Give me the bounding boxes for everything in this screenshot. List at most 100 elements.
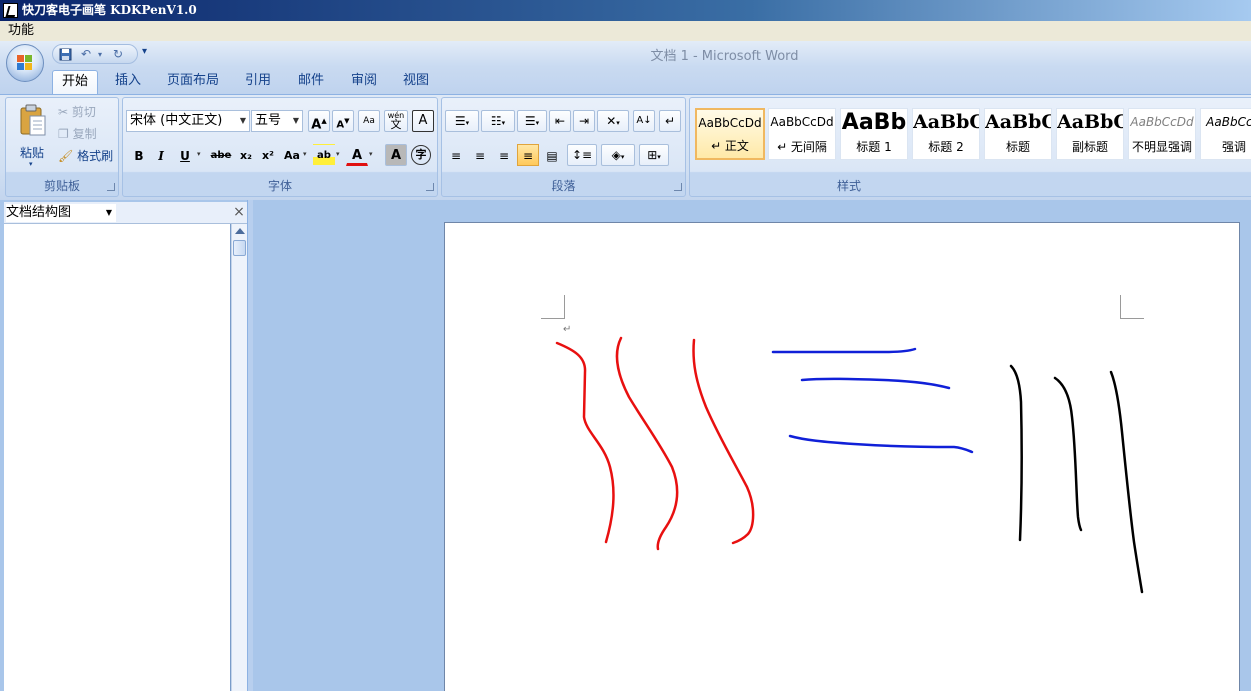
tab-review[interactable]: 审阅 (344, 70, 384, 94)
red-ink-stroke (692, 338, 755, 545)
office-button[interactable] (6, 44, 44, 82)
style-heading-2[interactable]: AaBbC 标题 2 (912, 108, 980, 160)
tab-insert[interactable]: 插入 (108, 70, 148, 94)
style-normal[interactable]: AaBbCcDd ↵ 正文 (695, 108, 765, 160)
red-ink-stroke (555, 341, 615, 544)
style-preview: AaBbC (1057, 111, 1123, 133)
numbering-button[interactable]: ☷▾ (481, 110, 515, 132)
align-center-button[interactable]: ≡ (469, 144, 491, 166)
copy-label: 复制 (72, 127, 97, 141)
scroll-thumb[interactable] (233, 240, 246, 256)
shading-button[interactable]: ◈▾ (601, 144, 635, 166)
clipboard-group-label: 剪贴板 (43, 179, 80, 193)
scissors-icon: ✂ (58, 105, 69, 119)
styles-group-label: 样式 (836, 179, 861, 193)
style-name: 标题 2 (928, 140, 964, 154)
document-map-title: 文档结构图 (6, 205, 72, 220)
menu-item-function[interactable]: 功能 (8, 23, 34, 38)
font-size-combo[interactable]: 五号 ▼ (251, 110, 303, 132)
decrease-indent-button[interactable]: ⇤ (549, 110, 571, 132)
style-emphasis[interactable]: AaBbCcD 强调 (1200, 108, 1251, 160)
style-name: 标题 (1005, 140, 1030, 154)
style-preview: AaBb (841, 110, 907, 135)
paste-icon (20, 104, 46, 136)
change-case-button[interactable]: Aa (281, 144, 303, 166)
style-title[interactable]: AaBbC 标题 (984, 108, 1052, 160)
paste-button[interactable]: 粘贴 ▾ (18, 104, 48, 168)
document-map-view-select[interactable]: 文档结构图 ▼ (6, 204, 116, 222)
font-color-button[interactable]: A (346, 144, 368, 166)
highlight-button[interactable]: ab (313, 144, 335, 166)
paste-label: 粘贴 (20, 146, 45, 160)
close-icon[interactable]: × (231, 204, 247, 220)
red-ink-stroke (615, 336, 679, 551)
font-group: 宋体 (中文正文) ▼ 五号 ▼ A▲ A▼ Aa wén 文 A B I U ▾… (122, 97, 438, 197)
highlight-dropdown-icon[interactable]: ▾ (336, 150, 340, 158)
pen-app-icon (3, 3, 18, 18)
tab-references[interactable]: 引用 (238, 70, 278, 94)
increase-indent-button[interactable]: ⇥ (573, 110, 595, 132)
cut-label: 剪切 (71, 105, 96, 119)
paste-dropdown-icon: ▾ (29, 160, 33, 168)
style-preview: AaBbC (913, 111, 979, 133)
style-subtitle[interactable]: AaBbC 副标题 (1056, 108, 1124, 160)
clear-formatting-button[interactable]: Aa (358, 110, 380, 132)
sort-button[interactable]: A↓ (633, 110, 655, 132)
character-shading-button[interactable]: A (385, 144, 407, 166)
format-painter-button[interactable]: 🖌 格式刷 (58, 147, 113, 164)
borders-button[interactable]: ⊞▾ (639, 144, 669, 166)
subscript-button[interactable]: x₂ (235, 144, 257, 166)
grow-font-button[interactable]: A▲ (308, 110, 330, 132)
line-spacing-button[interactable]: ↕≡ (567, 144, 597, 166)
underline-dropdown-icon[interactable]: ▾ (197, 150, 201, 158)
chevron-down-icon: ▼ (239, 116, 246, 125)
font-color-dropdown-icon[interactable]: ▾ (369, 150, 373, 158)
copy-button[interactable]: ❐ 复制 (58, 125, 97, 142)
tab-mailings[interactable]: 邮件 (291, 70, 331, 94)
character-border-button[interactable]: A (412, 110, 434, 132)
style-heading-1[interactable]: AaBb 标题 1 (840, 108, 908, 160)
justify-button[interactable]: ≡ (517, 144, 539, 166)
tab-home[interactable]: 开始 (52, 70, 98, 94)
clipboard-dialog-launcher-icon[interactable] (107, 183, 115, 191)
ribbon: 粘贴 ▾ ✂ 剪切 ❐ 复制 🖌 格式刷 剪贴板 宋体 (中文正文) ▼ 五号 … (0, 94, 1251, 200)
scroll-up-icon[interactable] (235, 228, 245, 234)
document-map-scrollbar[interactable] (231, 224, 247, 691)
enclose-characters-button[interactable]: 字 (411, 145, 431, 165)
paragraph-dialog-launcher-icon[interactable] (674, 183, 682, 191)
blue-ink-stroke (788, 434, 974, 454)
style-preview: AaBbCcDd (1130, 115, 1194, 129)
font-name-combo[interactable]: 宋体 (中文正文) ▼ (126, 110, 250, 132)
border-icon: ⊞ (647, 148, 658, 162)
align-right-button[interactable]: ≡ (493, 144, 515, 166)
change-case-dropdown-icon[interactable]: ▾ (303, 150, 307, 158)
ribbon-tabs: 开始 插入 页面布局 引用 邮件 审阅 视图 (0, 67, 1251, 94)
font-name-value: 宋体 (中文正文) (130, 113, 223, 128)
style-no-spacing[interactable]: AaBbCcDd ↵ 无间隔 (768, 108, 836, 160)
chinese-layout-button[interactable]: ✕▾ (597, 110, 629, 132)
paint-bucket-icon: ◈ (611, 148, 621, 162)
italic-button[interactable]: I (150, 144, 172, 166)
black-ink-stroke (1053, 376, 1083, 532)
tab-view[interactable]: 视图 (396, 70, 436, 94)
bold-button[interactable]: B (128, 144, 150, 166)
bullets-button[interactable]: ☰▾ (445, 110, 479, 132)
pen-ink-layer (555, 336, 1144, 594)
align-left-button[interactable]: ≡ (445, 144, 467, 166)
show-marks-button[interactable]: ↵ (659, 110, 681, 132)
underline-button[interactable]: U (174, 144, 196, 166)
strikethrough-button[interactable]: abe (207, 144, 235, 166)
app-title: 快刀客电子画笔 KDKPenV1.0 (22, 3, 197, 17)
font-dialog-launcher-icon[interactable] (426, 183, 434, 191)
shrink-font-button[interactable]: A▼ (332, 110, 354, 132)
style-subtle-emphasis[interactable]: AaBbCcDd 不明显强调 (1128, 108, 1196, 160)
cut-button[interactable]: ✂ 剪切 (58, 103, 96, 120)
multilevel-list-button[interactable]: ☰▾ (517, 110, 547, 132)
font-size-value: 五号 (255, 113, 282, 128)
phonetic-guide-button[interactable]: wén 文 (384, 110, 408, 132)
superscript-button[interactable]: x² (257, 144, 279, 166)
character-border-icon: A (418, 113, 428, 128)
style-preview: AaBbC (985, 111, 1051, 133)
distributed-button[interactable]: ▤ (541, 144, 563, 166)
tab-page-layout[interactable]: 页面布局 (160, 70, 226, 94)
